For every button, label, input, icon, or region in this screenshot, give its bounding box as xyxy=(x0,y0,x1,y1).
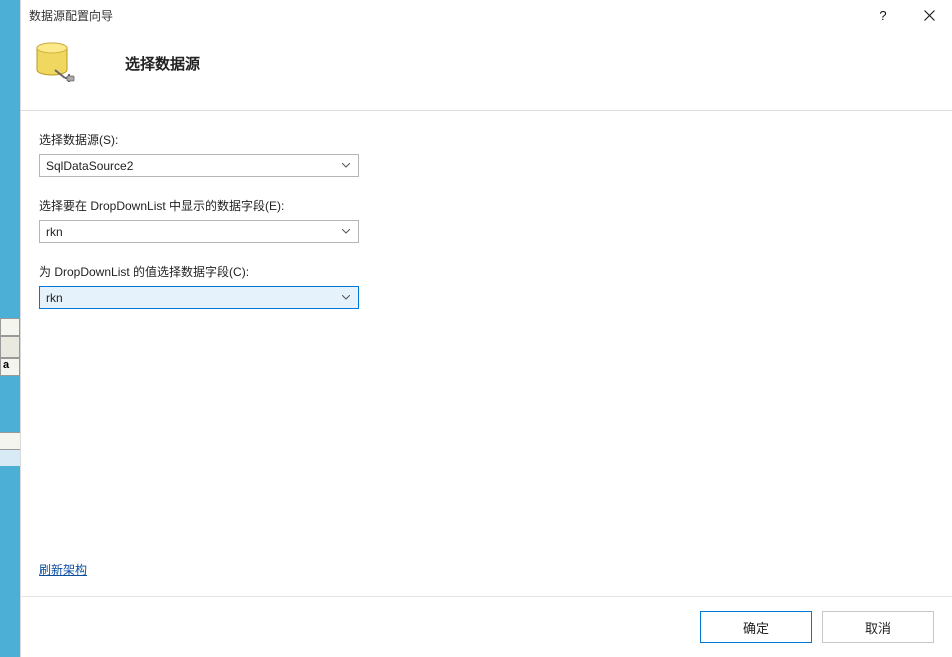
chevron-down-icon xyxy=(338,155,354,176)
displayfield-combo[interactable]: rkn xyxy=(39,220,359,243)
refresh-schema-link[interactable]: 刷新架构 xyxy=(39,561,87,578)
cancel-button-label: 取消 xyxy=(865,618,891,637)
wizard-heading: 选择数据源 xyxy=(125,53,200,74)
displayfield-field-group: 选择要在 DropDownList 中显示的数据字段(E): rkn xyxy=(39,197,934,243)
wizard-dialog: 数据源配置向导 ? 选择数据源 选择数据源(S): SqlDataSource2 xyxy=(20,0,952,657)
datasource-value: SqlDataSource2 xyxy=(46,159,338,173)
close-button[interactable] xyxy=(906,0,952,30)
wizard-footer: 确定 取消 xyxy=(21,596,952,657)
ok-button[interactable]: 确定 xyxy=(700,611,812,643)
window-title: 数据源配置向导 xyxy=(29,7,113,24)
valuefield-value: rkn xyxy=(46,291,338,305)
datasource-label: 选择数据源(S): xyxy=(39,131,934,148)
chevron-down-icon xyxy=(338,221,354,242)
chevron-down-icon xyxy=(338,287,354,308)
help-button[interactable]: ? xyxy=(860,0,906,30)
ok-button-label: 确定 xyxy=(743,618,769,637)
displayfield-value: rkn xyxy=(46,225,338,239)
cancel-button[interactable]: 取消 xyxy=(822,611,934,643)
valuefield-field-group: 为 DropDownList 的值选择数据字段(C): rkn xyxy=(39,263,934,309)
wizard-header: 选择数据源 xyxy=(21,30,952,111)
bg-stripe xyxy=(0,336,20,358)
bg-stripe xyxy=(0,450,20,466)
datasource-field-group: 选择数据源(S): SqlDataSource2 xyxy=(39,131,934,177)
wizard-content: 选择数据源(S): SqlDataSource2 选择要在 DropDownLi… xyxy=(21,111,952,596)
bg-stripe xyxy=(0,318,20,336)
title-bar: 数据源配置向导 ? xyxy=(21,0,952,30)
datasource-combo[interactable]: SqlDataSource2 xyxy=(39,154,359,177)
background-panel: a xyxy=(0,0,20,657)
valuefield-combo[interactable]: rkn xyxy=(39,286,359,309)
close-icon xyxy=(924,10,935,21)
displayfield-label: 选择要在 DropDownList 中显示的数据字段(E): xyxy=(39,197,934,214)
valuefield-label: 为 DropDownList 的值选择数据字段(C): xyxy=(39,263,934,280)
bg-stripe: a xyxy=(0,358,20,376)
help-icon: ? xyxy=(879,8,886,23)
bg-stripe xyxy=(0,432,20,450)
database-icon xyxy=(35,40,75,86)
